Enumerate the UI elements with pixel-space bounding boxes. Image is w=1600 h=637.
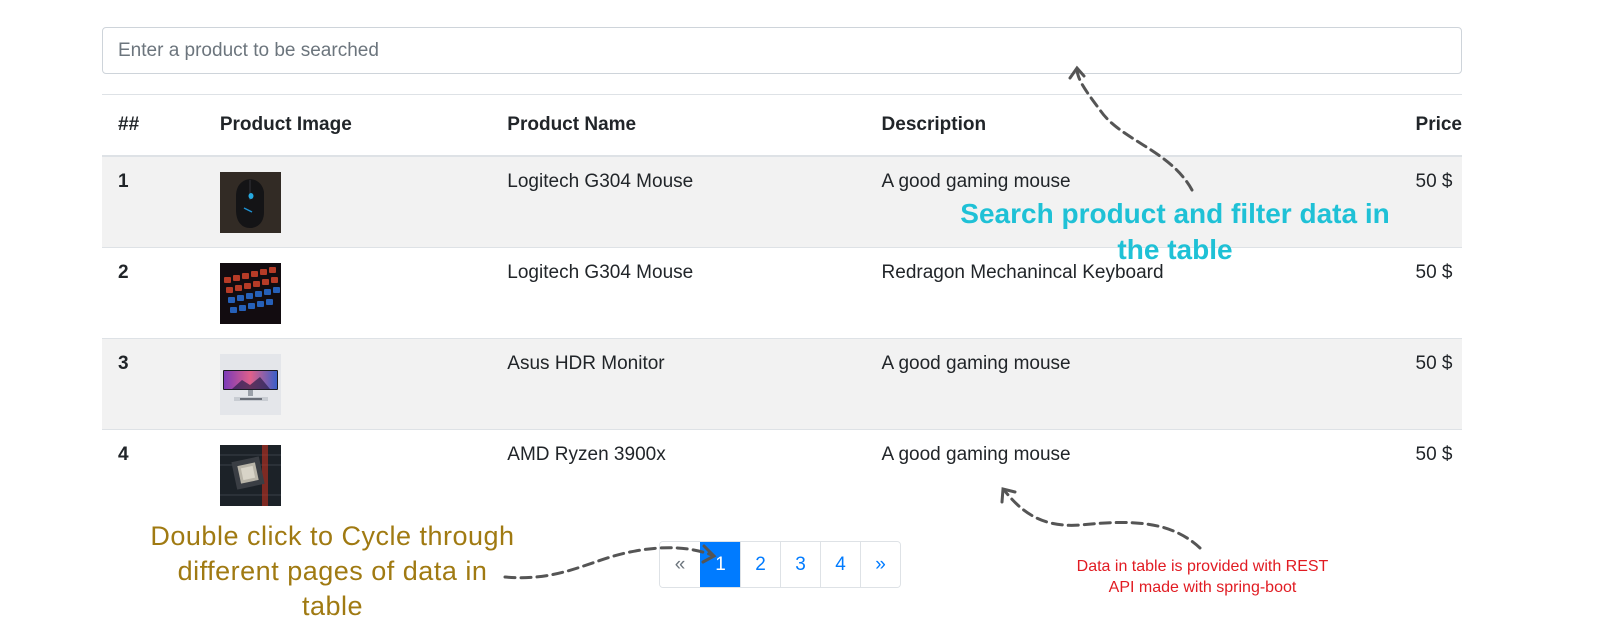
row-product-name: Logitech G304 Mouse	[491, 246, 866, 338]
table-header-row: ## Product Image Product Name Descriptio…	[102, 94, 1462, 157]
search-annotation: Search product and filter data in the ta…	[960, 198, 1390, 265]
rest-annotation: Data in table is provided with REST API …	[1076, 558, 1329, 596]
table-row: 4 AMD Ryzen 3900x A good gaming mouse 50…	[102, 428, 1462, 520]
search-input[interactable]	[102, 27, 1462, 74]
product-table: ## Product Image Product Name Descriptio…	[102, 94, 1462, 520]
row-description: A good gaming mouse	[865, 428, 1400, 520]
row-image-cell	[203, 428, 492, 520]
row-number: 3	[102, 337, 204, 429]
page: ## Product Image Product Name Descriptio…	[0, 0, 1600, 637]
row-price: 50 $	[1399, 428, 1462, 520]
header-product-name: Product Name	[491, 94, 866, 157]
header-number: ##	[102, 94, 204, 157]
header-price: Price	[1399, 94, 1462, 157]
keyboard-image	[219, 262, 281, 324]
pagination-prev-button[interactable]: «	[660, 542, 700, 587]
row-number: 2	[102, 246, 204, 338]
table-row: 3 Asus HDR Monitor A good gaming mouse 5…	[102, 337, 1462, 429]
pagination-page-1[interactable]: 1	[700, 542, 740, 587]
header-description: Description	[865, 94, 1400, 157]
row-price: 50 $	[1399, 337, 1462, 429]
row-description: A good gaming mouse	[865, 337, 1400, 429]
row-number: 4	[102, 428, 204, 520]
pagination-page-4[interactable]: 4	[820, 542, 860, 587]
pagination-page-2[interactable]: 2	[740, 542, 780, 587]
row-product-name: Logitech G304 Mouse	[491, 155, 866, 247]
pagination: « 1 2 3 4 »	[659, 541, 901, 588]
cpu-image	[219, 444, 281, 506]
pagination-page-3[interactable]: 3	[780, 542, 820, 587]
row-product-name: AMD Ryzen 3900x	[491, 428, 866, 520]
row-price: 50 $	[1399, 246, 1462, 338]
header-product-image: Product Image	[203, 94, 492, 157]
mouse-image	[219, 172, 281, 233]
pagination-next-button[interactable]: »	[860, 542, 900, 587]
row-image-cell	[203, 337, 492, 429]
row-image-cell	[203, 155, 492, 247]
row-number: 1	[102, 155, 204, 247]
row-product-name: Asus HDR Monitor	[491, 337, 866, 429]
cycle-annotation: Double click to Cycle through different …	[150, 521, 515, 621]
row-price: 50 $	[1399, 155, 1462, 247]
row-image-cell	[203, 246, 492, 338]
monitor-image	[219, 353, 281, 415]
